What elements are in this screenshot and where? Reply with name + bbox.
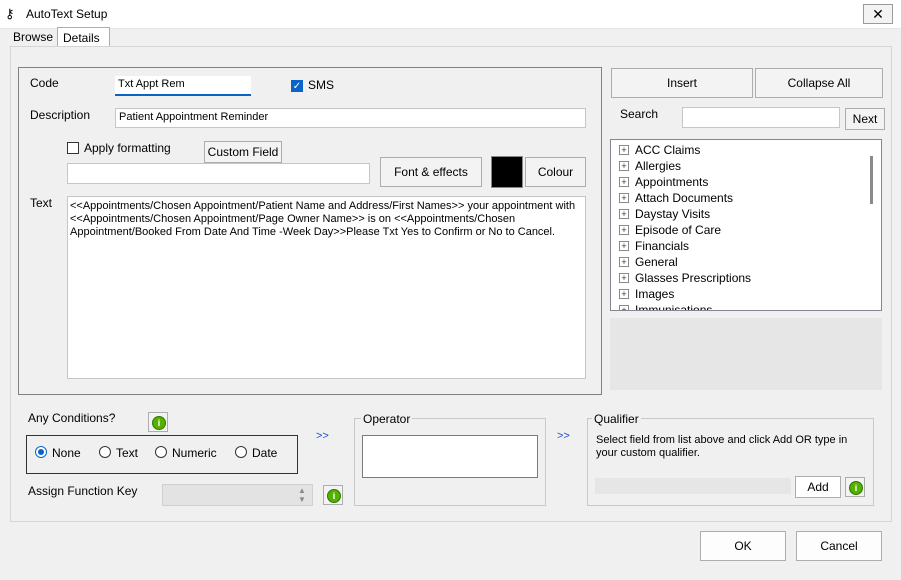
radio-date[interactable] [235, 446, 247, 458]
radio-numeric[interactable] [155, 446, 167, 458]
radio-none[interactable] [35, 446, 47, 458]
expand-icon[interactable]: + [619, 209, 629, 219]
operator-arrows-icon: >> [316, 430, 329, 442]
colour-swatch[interactable] [491, 156, 523, 188]
code-label: Code [30, 76, 59, 90]
info-icon: i [849, 481, 863, 495]
apply-formatting-checkbox[interactable] [67, 142, 79, 154]
expand-icon[interactable]: + [619, 289, 629, 299]
text-area[interactable]: <<Appointments/Chosen Appointment/Patien… [67, 196, 586, 379]
preview-area [610, 318, 882, 390]
function-key-info-button[interactable]: i [323, 485, 343, 505]
tab-browse[interactable]: Browse [8, 27, 56, 46]
info-icon: i [152, 416, 166, 430]
search-label: Search [620, 107, 659, 121]
field-tree: + ACC Claims + Allergies + Appointments + At… [610, 139, 882, 311]
cancel-button[interactable]: Cancel [796, 531, 882, 561]
conditions-info-button[interactable]: i [148, 412, 168, 432]
assign-function-key-label: Assign Function Key [28, 484, 138, 498]
description-input[interactable]: Patient Appointment Reminder [115, 108, 586, 128]
custom-field-button[interactable]: Custom Field [204, 141, 282, 163]
code-input[interactable]: Txt Appt Rem [115, 76, 251, 96]
expand-icon[interactable]: + [619, 257, 629, 267]
colour-button[interactable]: Colour [525, 157, 586, 187]
expand-icon[interactable]: + [619, 273, 629, 283]
window-title: AutoText Setup [26, 7, 108, 21]
expand-icon[interactable]: + [619, 145, 629, 155]
title-bar: ⚷ AutoText Setup ✕ [0, 0, 901, 29]
key-icon: ⚷ [5, 6, 15, 21]
search-input[interactable] [682, 107, 840, 128]
info-icon: i [327, 489, 341, 503]
expand-icon[interactable]: + [619, 241, 629, 251]
qualifier-info-button[interactable]: i [845, 477, 865, 497]
radio-numeric-label: Numeric [172, 446, 217, 460]
qualifier-label: Qualifier [592, 412, 641, 426]
radio-text[interactable] [99, 446, 111, 458]
next-button[interactable]: Next [845, 108, 885, 130]
sms-checkbox[interactable]: ✓ [291, 80, 303, 92]
spinner-arrows-icon[interactable]: ▲ ▼ [298, 486, 306, 504]
tab-details[interactable]: Details [57, 27, 110, 46]
operator-label: Operator [361, 412, 413, 426]
description-label: Description [30, 108, 91, 122]
qualifier-arrows-icon: >> [557, 430, 570, 442]
radio-date-label: Date [252, 446, 278, 460]
expand-icon[interactable]: + [619, 161, 629, 171]
any-conditions-label: Any Conditions? [28, 411, 116, 425]
ok-button[interactable]: OK [700, 531, 786, 561]
text-label: Text [30, 196, 53, 210]
expand-icon[interactable]: + [619, 193, 629, 203]
expand-icon[interactable]: + [619, 225, 629, 235]
operator-input[interactable] [362, 435, 538, 478]
insert-button[interactable]: Insert [611, 68, 753, 98]
radio-text-label: Text [116, 446, 139, 460]
expand-icon[interactable]: + [619, 305, 629, 310]
sms-label: SMS [308, 78, 335, 92]
qualifier-input[interactable] [595, 478, 791, 494]
close-button[interactable]: ✕ [863, 4, 893, 24]
format-input[interactable] [67, 163, 370, 184]
function-key-spinner[interactable]: ▲ ▼ [162, 484, 313, 506]
qualifier-help-text: Select field from list above and click A… [596, 434, 848, 459]
add-button[interactable]: Add [795, 476, 841, 498]
font-effects-button[interactable]: Font & effects [380, 157, 482, 187]
radio-none-label: None [52, 446, 81, 460]
collapse-all-button[interactable]: Collapse All [755, 68, 883, 98]
tree-scrollbar-thumb[interactable] [870, 156, 873, 204]
expand-icon[interactable]: + [619, 177, 629, 187]
apply-formatting-label: Apply formatting [84, 141, 171, 155]
